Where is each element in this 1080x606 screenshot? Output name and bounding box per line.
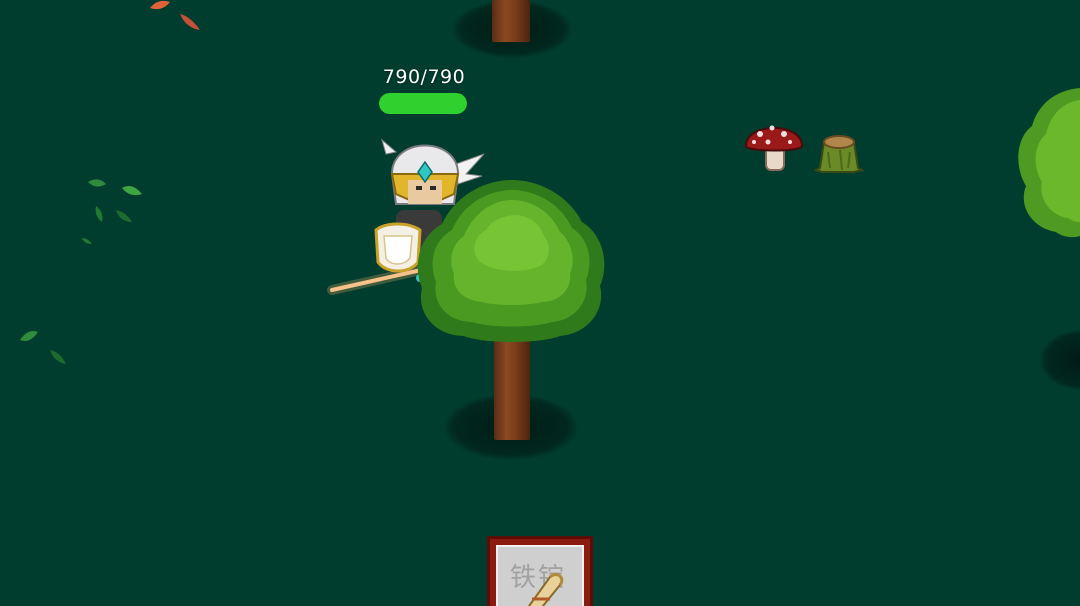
red-leaf	[180, 14, 200, 30]
green-leaf	[20, 331, 38, 341]
tree-stump[interactable]	[814, 128, 866, 176]
green-leaf	[50, 350, 66, 364]
scroll-icon	[527, 573, 564, 606]
orange-leaf	[150, 0, 170, 10]
top-tree-trunk	[492, 0, 530, 42]
green-leaf	[122, 186, 142, 196]
green-leaf	[95, 206, 103, 222]
large-tree-canopy[interactable]	[412, 176, 610, 342]
red-mushroom[interactable]	[742, 112, 806, 174]
hp-text: 790/790	[382, 66, 466, 88]
right-tree-canopy	[1018, 88, 1080, 238]
green-leaf	[82, 238, 92, 244]
hotbar-item-slot[interactable]: 铁锭	[487, 536, 593, 606]
green-leaf	[116, 210, 132, 222]
green-leaf	[88, 179, 106, 187]
tree-shadow	[1040, 330, 1080, 390]
falling-leaves	[20, 0, 200, 364]
game-scene[interactable]: 790/790 铁锭	[0, 0, 1080, 606]
large-tree-trunk	[494, 328, 530, 440]
hp-bar	[379, 93, 467, 114]
item-slot-inner: 铁锭	[496, 545, 584, 606]
hp-bar-fill	[379, 93, 467, 114]
